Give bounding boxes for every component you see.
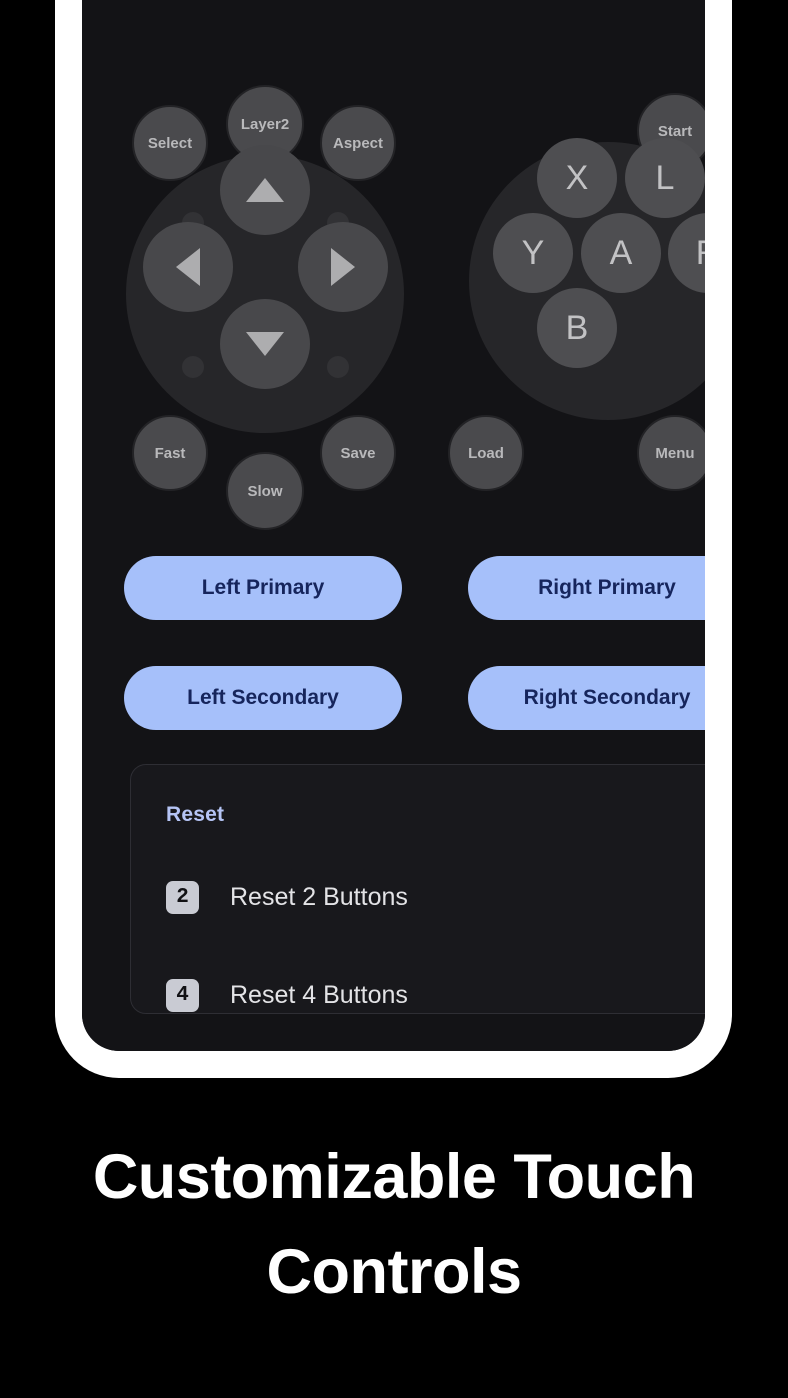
controller-button-l[interactable]: L [625,138,705,218]
dpad-right-button[interactable] [298,222,388,312]
phone-screen: Select Layer2 Aspect Start X L Y A B Fas… [82,0,705,1051]
controller-button-label: Start [657,122,693,140]
controller-button-label: Save [340,444,376,462]
controller-button-a[interactable]: A [581,213,661,293]
arrow-right-icon [331,248,355,286]
dpad-left-button[interactable] [143,222,233,312]
promo-caption-line-1: Customizable Touch [92,1142,696,1212]
controller-button-label: A [609,233,633,272]
reset-row-label: Reset 2 Buttons [230,882,408,911]
reset-card: Reset 2 Reset 2 Buttons 4 Reset 4 Button… [130,764,705,1014]
controller-button-menu[interactable]: Menu [637,415,705,491]
reset-card-title: Reset [166,803,225,826]
button-assignment-section: Left Primary Right Primary Left Secondar… [124,556,705,776]
phone-mockup-frame: Select Layer2 Aspect Start X L Y A B Fas… [55,0,732,1078]
controller-button-label: Menu [655,444,695,462]
controller-button-label: B [565,308,589,347]
dpad-diagonal-dot-downright [327,356,349,378]
controller-button-label: Layer2 [240,115,290,133]
controller-button-select[interactable]: Select [132,105,208,181]
digit-2-icon: 2 [166,880,199,914]
controller-button-load[interactable]: Load [448,415,524,491]
reset-4-buttons-row[interactable]: 4 Reset 4 Buttons [131,967,705,1013]
dpad-down-button[interactable] [220,299,310,389]
controller-button-label: X [565,158,589,197]
controller-button-save[interactable]: Save [320,415,396,491]
right-primary-button[interactable]: Right Primary [468,556,705,620]
reset-row-label: Reset 4 Buttons [230,980,408,1009]
assignment-row-secondary: Left Secondary Right Secondary [124,666,705,730]
dpad-up-button[interactable] [220,145,310,235]
arrow-up-icon [246,178,284,202]
promo-caption: Customizable Touch Controls [0,1130,788,1319]
controller-button-slow[interactable]: Slow [226,452,304,530]
arrow-left-icon [176,248,200,286]
promo-caption-line-2: Controls [266,1236,522,1307]
left-secondary-button[interactable]: Left Secondary [124,666,402,730]
controller-button-aspect[interactable]: Aspect [320,105,396,181]
controller-button-x[interactable]: X [537,138,617,218]
controller-button-label: Select [147,134,193,152]
assignment-row-primary: Left Primary Right Primary [124,556,705,620]
reset-2-buttons-row[interactable]: 2 Reset 2 Buttons [131,869,705,925]
right-secondary-button[interactable]: Right Secondary [468,666,705,730]
digit-4-icon: 4 [166,978,199,1012]
controller-button-label: R [696,234,705,273]
controller-button-label: L [655,158,675,197]
dpad-diagonal-dot-downleft [182,356,204,378]
controller-button-label: Slow [247,482,283,500]
controller-button-label: Fast [154,444,186,462]
controller-button-fast[interactable]: Fast [132,415,208,491]
arrow-down-icon [246,332,284,356]
left-primary-button[interactable]: Left Primary [124,556,402,620]
controller-button-y[interactable]: Y [493,213,573,293]
controller-button-label: Load [468,444,504,462]
controller-button-label: Y [521,233,545,272]
controller-button-b[interactable]: B [537,288,617,368]
touch-controller-overlay: Select Layer2 Aspect Start X L Y A B Fas… [82,0,705,540]
controller-button-label: Aspect [332,134,384,152]
